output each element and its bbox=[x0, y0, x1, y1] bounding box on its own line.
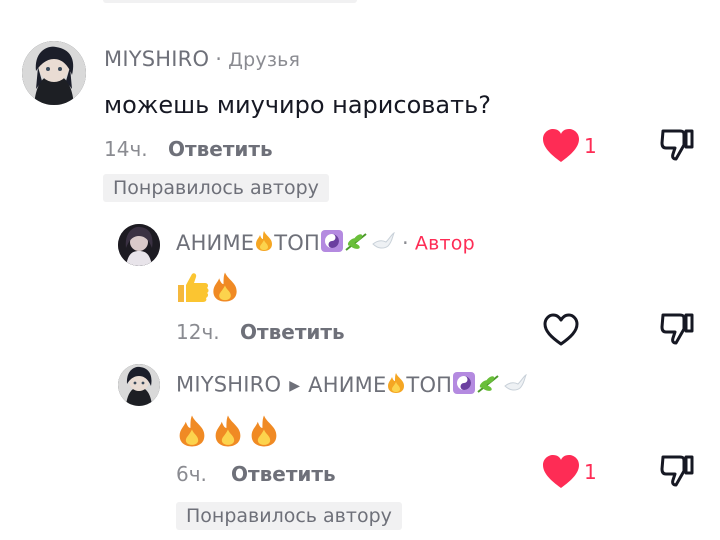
like-count: 1 bbox=[584, 460, 597, 484]
comment-text: можешь миучиро нарисовать? bbox=[104, 91, 491, 119]
friend-tag: Друзья bbox=[228, 49, 301, 71]
dislike-button[interactable] bbox=[660, 454, 694, 488]
comment-user-line: MIYSHIRO ▶ АНИМЕ ТОП bbox=[176, 372, 528, 399]
reply-button[interactable]: Ответить bbox=[240, 320, 345, 344]
dove-emoji-icon bbox=[370, 230, 396, 257]
username[interactable]: MIYSHIRO bbox=[104, 47, 209, 71]
heart-outline-icon bbox=[543, 313, 579, 346]
comment-emoji-text bbox=[176, 414, 280, 454]
fire-emoji-icon bbox=[248, 414, 280, 454]
reply-arrow-icon: ▶ bbox=[289, 377, 301, 394]
heart-icon bbox=[543, 129, 579, 162]
yin-yang-emoji-icon bbox=[320, 230, 344, 257]
comment-time: 6ч. bbox=[176, 462, 207, 486]
dislike-button[interactable] bbox=[660, 128, 694, 162]
separator-dot: · bbox=[402, 230, 409, 255]
thumbs-down-icon bbox=[660, 129, 694, 161]
fire-emoji-icon bbox=[386, 372, 406, 399]
dove-emoji-icon bbox=[502, 372, 528, 399]
fire-emoji-icon bbox=[176, 414, 208, 454]
comment-user-line: АНИМЕ ТОП · Автор bbox=[176, 230, 475, 257]
comment-user-line: MIYSHIRO · Друзья bbox=[104, 47, 300, 71]
author-liked-chip-previous bbox=[103, 0, 357, 3]
reply-to-username[interactable]: АНИМЕ ТОП bbox=[308, 372, 528, 399]
avatar[interactable] bbox=[118, 224, 160, 266]
comment-time: 14ч. bbox=[104, 137, 148, 161]
reply-button[interactable]: Ответить bbox=[168, 137, 273, 161]
author-tag: Автор bbox=[414, 232, 475, 255]
author-liked-chip: Понравилось автору bbox=[176, 502, 402, 530]
comment-emoji-text bbox=[176, 271, 240, 309]
heart-icon bbox=[543, 455, 579, 488]
separator-dot: · bbox=[215, 47, 223, 71]
dislike-button[interactable] bbox=[660, 312, 694, 346]
thumbs-down-icon bbox=[660, 313, 694, 345]
author-liked-chip: Понравилось автору bbox=[103, 174, 329, 202]
like-button[interactable] bbox=[542, 313, 580, 347]
fire-emoji-icon bbox=[210, 271, 240, 309]
like-count: 1 bbox=[584, 134, 597, 158]
like-button[interactable] bbox=[542, 455, 580, 489]
like-button[interactable] bbox=[542, 129, 580, 163]
yin-yang-emoji-icon bbox=[452, 372, 476, 399]
thumbs-up-emoji-icon bbox=[176, 271, 210, 309]
fire-emoji-icon bbox=[212, 414, 244, 454]
avatar[interactable] bbox=[118, 364, 160, 406]
avatar[interactable] bbox=[22, 41, 86, 105]
reply-button[interactable]: Ответить bbox=[231, 462, 336, 486]
fire-emoji-icon bbox=[254, 230, 274, 257]
username[interactable]: MIYSHIRO bbox=[176, 373, 281, 397]
thumbs-down-icon bbox=[660, 455, 694, 487]
herb-emoji-icon bbox=[344, 230, 370, 257]
comment-time: 12ч. bbox=[176, 320, 220, 344]
herb-emoji-icon bbox=[476, 372, 502, 399]
username[interactable]: АНИМЕ ТОП bbox=[176, 230, 396, 257]
